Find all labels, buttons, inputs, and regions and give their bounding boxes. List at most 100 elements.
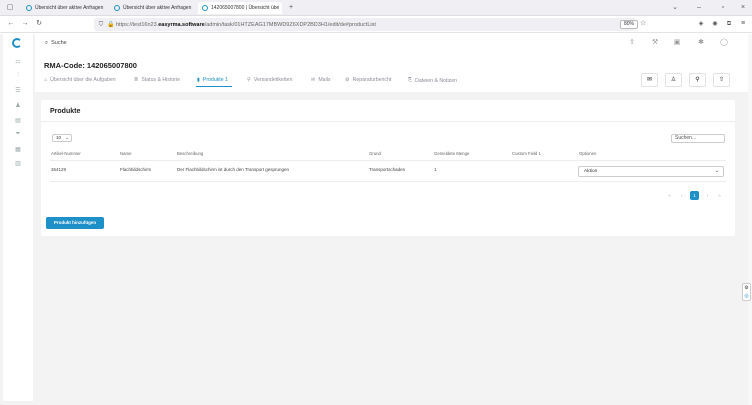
lock-icon[interactable]: 🔒 [106, 20, 116, 30]
row-divider [50, 181, 726, 182]
sidebar-report-icon[interactable]: ▥ [13, 160, 23, 167]
add-product-button[interactable]: Produkt hinzufügen [46, 217, 104, 229]
shield-icon[interactable]: ⛉ [96, 20, 106, 30]
back-arrow-icon[interactable]: ← [6, 19, 16, 29]
url-domain: easyrma.software [158, 21, 205, 28]
bookmark-star-icon[interactable]: ☆ [638, 19, 648, 29]
extensions-icon[interactable]: ⧉ [724, 19, 734, 29]
tab-files-notes[interactable]: ⎘ Dateien & Notizen [408, 77, 457, 84]
tab-mails[interactable]: ✉ Mails [311, 77, 330, 83]
pagination-prev[interactable]: ‹ [677, 191, 686, 200]
column-header-article[interactable]: Artikel-Nummer [51, 151, 81, 156]
easyrma-favicon [114, 5, 120, 11]
sidebar-filter-icon[interactable]: ⏷ [13, 131, 23, 138]
tab-shipping-labels[interactable]: ⚲ Versandetiketten [247, 77, 292, 83]
forward-arrow-icon[interactable]: → [20, 19, 30, 29]
easyrma-favicon [202, 5, 208, 11]
attach-icon: ⎘ [408, 77, 413, 83]
tab-label: Reparaturbericht [352, 77, 392, 83]
sidebar-users-icon[interactable]: ♟ [13, 102, 23, 109]
export-action-button[interactable]: ⇧ [713, 73, 730, 87]
column-header-reason[interactable]: Grund [369, 151, 381, 156]
column-header-custom-field[interactable]: Custom Field 1 [512, 151, 541, 156]
close-icon[interactable]: × [279, 5, 282, 11]
browser-tab-3[interactable]: 142065007800 | Übersicht übe × [198, 2, 282, 14]
search-action-button[interactable]: ⚲ [689, 73, 706, 87]
new-tab-button[interactable]: + [286, 3, 296, 13]
edit-user-action-button[interactable]: ♙ [665, 73, 682, 87]
table-search-placeholder: Suchen... [675, 135, 697, 141]
bookmark-icon: ▮ [197, 77, 200, 83]
sidebar-dashboard-icon[interactable]: ⚏ [13, 58, 23, 65]
envelope-icon: ✉ [646, 77, 653, 83]
tab-products[interactable]: ▮ Produkte 1 [197, 77, 228, 83]
menu-icon[interactable]: ≡ [738, 19, 748, 29]
pagination-next[interactable]: › [703, 191, 712, 200]
user-avatar-icon[interactable]: ◯ [719, 38, 729, 48]
column-header-quantity[interactable]: Gemeldete Menge [434, 151, 469, 156]
tab-label: Versandetiketten [253, 77, 293, 83]
chevron-down-icon: ⌄ [714, 168, 719, 174]
sidebar-list-icon[interactable]: ☰ [13, 87, 23, 94]
browser-tab-title: Übersicht über aktive Anfragen [123, 5, 192, 11]
reload-icon[interactable]: ↻ [34, 19, 44, 29]
tab-label: Dateien & Notizen [415, 77, 457, 84]
products-card-title: Produkte [50, 108, 81, 115]
close-icon[interactable]: × [191, 5, 194, 11]
tab-label: Produkte 1 [202, 77, 228, 83]
url-path: /admin/task/01HTZEAG17MBWD9Z6XDP2BD3H1/e… [204, 21, 376, 28]
sidebar-shop-icon[interactable]: ▤ [13, 117, 23, 124]
magnifier-icon: ⚲ [695, 77, 700, 83]
minimize-icon[interactable]: – [694, 3, 704, 13]
url-bar[interactable]: https://test16n23. easyrma.software/admin… [94, 18, 636, 31]
pagination-page-1[interactable]: 1 [690, 191, 699, 200]
pin-icon: ⚲ [247, 77, 251, 83]
cell-reason: Transportschaden [369, 167, 406, 172]
table-search-input[interactable]: Suchen... [671, 134, 725, 143]
url-prefix: https://test16n23. [116, 21, 159, 28]
tab-list-icon[interactable]: ⌄ [670, 3, 680, 13]
tab-task-overview[interactable]: ⌂ Übersicht über die Aufgaben [44, 77, 116, 83]
card-divider [41, 121, 735, 122]
global-search[interactable]: ⌕ Suche [45, 38, 100, 48]
page-scrollbar[interactable] [748, 34, 752, 405]
floating-widget[interactable]: ⚙ ◎ [742, 283, 751, 301]
cell-article: 364129 [51, 167, 67, 172]
pagination-first[interactable]: « [665, 191, 674, 200]
maximize-icon[interactable]: ▫ [718, 3, 728, 13]
row-action-select[interactable]: Aktion ⌄ [578, 166, 724, 177]
tab-label: Status & Historie [141, 77, 180, 83]
app-topbar [35, 34, 748, 52]
close-icon[interactable]: × [103, 5, 106, 11]
pocket-icon[interactable]: ◈ [696, 19, 706, 29]
search-placeholder: Suche [51, 40, 67, 46]
pagination-last[interactable]: » [715, 191, 724, 200]
mail-icon: ✉ [311, 77, 316, 83]
page-size-select[interactable]: 10 ⌄ [52, 134, 72, 142]
settings-icon[interactable]: ✱ [696, 38, 706, 48]
tab-label: Mails [318, 77, 331, 83]
browser-tab-2[interactable]: Übersicht über aktive Anfragen × [110, 2, 194, 14]
tools-icon[interactable]: ⚒ [650, 38, 660, 48]
tab-status-history[interactable]: ≣ Status & Historie [134, 77, 180, 83]
zoom-level[interactable]: 80% [620, 20, 639, 29]
column-header-description[interactable]: Beschreibung [177, 151, 203, 156]
column-header-name[interactable]: Name [120, 151, 131, 156]
print-icon[interactable]: ▣ [672, 38, 682, 48]
export-icon[interactable]: ⇪ [627, 38, 637, 48]
cell-description: Der Flachbildschirm ist durch den Transp… [177, 167, 290, 172]
sidebar-docs-icon[interactable]: ▦ [13, 146, 23, 153]
page-size-value: 10 [56, 135, 62, 140]
user-edit-icon: ♙ [670, 77, 677, 83]
window-close-icon[interactable]: × [738, 3, 748, 13]
account-icon[interactable]: ◉ [710, 19, 720, 29]
easyrma-logo[interactable] [12, 38, 22, 48]
sidebar-tasks-icon[interactable]: ⫶ [13, 72, 23, 79]
cell-name: Flachbildschirm [120, 167, 152, 172]
tab-repair-report[interactable]: ⚙ Reparaturbericht [345, 77, 391, 83]
chevron-down-icon: ⌄ [65, 135, 69, 140]
browser-tab-1[interactable]: Übersicht über aktive Anfragen × [22, 2, 106, 14]
tab-overview-icon[interactable]: ▢ [5, 3, 15, 13]
easyrma-favicon [26, 5, 32, 11]
email-action-button[interactable]: ✉ [641, 73, 658, 87]
